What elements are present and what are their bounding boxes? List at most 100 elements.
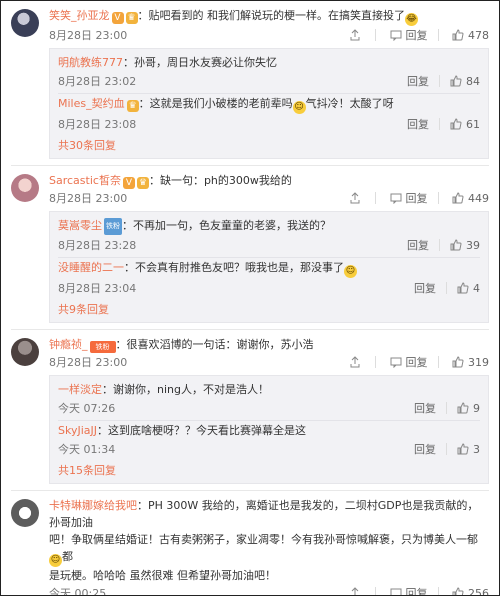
reply-user[interactable]: 一样淡定 — [58, 383, 102, 396]
reply-date: 8月28日 23:02 — [58, 75, 137, 88]
divider — [375, 29, 376, 41]
reply: 莫嵩零尘 铁粉 ：不再加一句，色友童童的老婆，我送的？ 8月28日 23:28 回复… — [58, 216, 480, 258]
smile-emoji-icon: ☺ — [292, 101, 306, 114]
like-button[interactable]: 319 — [452, 353, 489, 373]
divider — [375, 356, 376, 368]
reply-user[interactable]: Miles_契约血 — [58, 97, 125, 110]
comment-text-4: 是玩梗。哈哈哈 虽然很难 但希望孙哥加油吧！ — [49, 569, 276, 582]
like-button[interactable]: 449 — [452, 189, 489, 209]
comment-list: 笑笑_孙亚龙 V ♛ ：贴吧看到的 和我们解说玩的梗一样。在搞笑直接投了😂 8月28日… — [0, 0, 500, 596]
thumbs-up-icon — [457, 402, 469, 414]
share-icon[interactable] — [349, 584, 365, 595]
thumbs-up-icon — [450, 75, 462, 87]
divider — [439, 118, 440, 130]
reply-text: ：这到底啥梗呀？？今天看比赛弹幕全是这 — [97, 424, 306, 437]
crown-icon: ♛ — [125, 12, 138, 24]
reply-text: ：孙哥，周日水友赛必让你失忆 — [123, 56, 277, 69]
comment-text: ：缺一句：ph的300w我给的 — [148, 174, 292, 187]
reply-button[interactable]: 回复 — [414, 439, 436, 461]
like-button[interactable]: 9 — [457, 398, 480, 420]
crown-icon: ♛ — [126, 100, 139, 112]
reply-date: 今天 01:34 — [58, 443, 116, 456]
reply-text: ：不再加一句，色友童童的老婆，我送的？ — [122, 219, 331, 232]
crown-icon: ♛ — [136, 177, 149, 189]
share-icon[interactable] — [349, 189, 365, 209]
reply: Miles_契约血 ♛ ：这就是我们小破楼的老前辈吗 ☺ 气抖冷！太酸了呀 8月28日 … — [58, 94, 480, 136]
reply-button[interactable]: 回复 — [390, 353, 428, 373]
like-button[interactable]: 84 — [450, 71, 480, 93]
comment-text: ：很喜欢滔博的一句话：谢谢你，苏小浩 — [115, 338, 314, 351]
avatar[interactable] — [11, 9, 39, 37]
comment-user[interactable]: Sarcastic皙奈 — [49, 174, 121, 187]
avatar[interactable] — [11, 174, 39, 202]
like-button[interactable]: 3 — [457, 439, 480, 461]
comment-date: 今天 00:25 — [49, 587, 107, 596]
reply-button[interactable]: 回复 — [407, 114, 429, 136]
reply: 明航教练777：孙哥，周日水友赛必让你失忆 8月28日 23:02 回复 84 — [58, 53, 480, 94]
comment-1: 笑笑_孙亚龙 V ♛ ：贴吧看到的 和我们解说玩的梗一样。在搞笑直接投了😂 8月28日… — [1, 1, 499, 166]
more-replies-link[interactable]: 共15条回复 — [58, 461, 480, 481]
comment-text-2: 吧！争取俩星结婚证！古有卖粥粥子，家业凋零！今有我孙哥惊喊解褒，只为博美人一郁 — [49, 533, 478, 546]
reply-button[interactable]: 回复 — [407, 235, 429, 257]
thumbs-up-icon — [452, 587, 464, 595]
comment-date: 8月28日 23:00 — [49, 29, 128, 42]
comment-2: Sarcastic皙奈 V ♛ ：缺一句：ph的300w我给的 8月28日 23:00… — [1, 166, 499, 330]
like-count: 449 — [468, 192, 489, 205]
vip-badge-icon: V — [122, 177, 135, 189]
avatar[interactable] — [11, 499, 39, 527]
reply-button[interactable]: 回复 — [407, 71, 429, 93]
divider — [439, 75, 440, 87]
reply-text: ：谢谢你，ning人，不对是浩人！ — [102, 383, 269, 396]
reply: 一样淡定：谢谢你，ning人，不对是浩人！ 今天 07:26 回复 9 — [58, 380, 480, 421]
comment-date: 8月28日 23:00 — [49, 356, 128, 369]
share-icon[interactable] — [349, 26, 365, 46]
like-count: 319 — [468, 356, 489, 369]
reply: 没睡醒的二一：不会真有肘推色友吧？哦我也是，那没事了 ☺ 8月28日 23:04 … — [58, 258, 480, 300]
thumbs-up-icon — [452, 192, 464, 204]
reply-date: 8月28日 23:28 — [58, 239, 137, 252]
like-button[interactable]: 478 — [452, 26, 489, 46]
like-button[interactable]: 256 — [452, 584, 489, 596]
divider — [375, 192, 376, 204]
share-icon[interactable] — [349, 353, 365, 373]
comment-user[interactable]: 笑笑_孙亚龙 — [49, 9, 110, 22]
like-count: 3 — [473, 443, 480, 456]
more-replies-link[interactable]: 共9条回复 — [58, 300, 480, 320]
divider — [375, 587, 376, 595]
comment-user[interactable]: 卡特琳娜嫁给我吧 — [49, 499, 137, 512]
like-button[interactable]: 39 — [450, 235, 480, 257]
reply-button[interactable]: 回复 — [390, 584, 428, 595]
thumbs-up-icon — [450, 239, 462, 251]
reply-button[interactable]: 回复 — [390, 26, 428, 46]
like-button[interactable]: 61 — [450, 114, 480, 136]
thumbs-up-icon — [452, 29, 464, 41]
comment-user[interactable]: 钟瘾祯_ — [49, 338, 88, 351]
divider — [437, 356, 439, 368]
divider — [437, 29, 439, 41]
like-count: 61 — [466, 118, 480, 131]
reply-date: 今天 07:26 — [58, 402, 116, 415]
reply-user[interactable]: 没睡醒的二一 — [58, 261, 124, 274]
reply-user[interactable]: 明航教练777 — [58, 56, 123, 69]
comment-3: 钟瘾祯_ 铁粉 ：很喜欢滔博的一句话：谢谢你，苏小浩 8月28日 23:00 回复 … — [1, 330, 499, 491]
reply-text-2: 气抖冷！太酸了呀 — [305, 97, 394, 110]
reply-button[interactable]: 回复 — [390, 189, 428, 209]
reply-user[interactable]: 莫嵩零尘 — [58, 219, 102, 232]
reply-user[interactable]: SkyJiaJJ — [58, 424, 97, 437]
like-count: 256 — [468, 587, 489, 596]
comment-text-3: 都 — [62, 550, 73, 563]
like-button[interactable]: 4 — [457, 278, 480, 300]
thumbs-up-icon — [457, 443, 469, 455]
fan-tag: 铁粉 — [104, 218, 122, 235]
comment-4: 卡特琳娜嫁给我吧：PH 300W 我给的，离婚证也是我发的，二坝村GDP也是我贡… — [1, 491, 499, 596]
like-count: 9 — [473, 402, 480, 415]
more-replies-link[interactable]: 共30条回复 — [58, 136, 480, 156]
reply-button[interactable]: 回复 — [414, 278, 436, 300]
avatar[interactable] — [11, 338, 39, 366]
comment-text: ：贴吧看到的 和我们解说玩的梗一样。在搞笑直接投了 — [137, 9, 406, 22]
comment-date: 8月28日 23:00 — [49, 192, 128, 205]
divider — [437, 587, 439, 595]
reply: SkyJiaJJ：这到底啥梗呀？？今天看比赛弹幕全是这 今天 01:34 回复 3 — [58, 421, 480, 461]
reply-button[interactable]: 回复 — [414, 398, 436, 420]
like-count: 478 — [468, 29, 489, 42]
